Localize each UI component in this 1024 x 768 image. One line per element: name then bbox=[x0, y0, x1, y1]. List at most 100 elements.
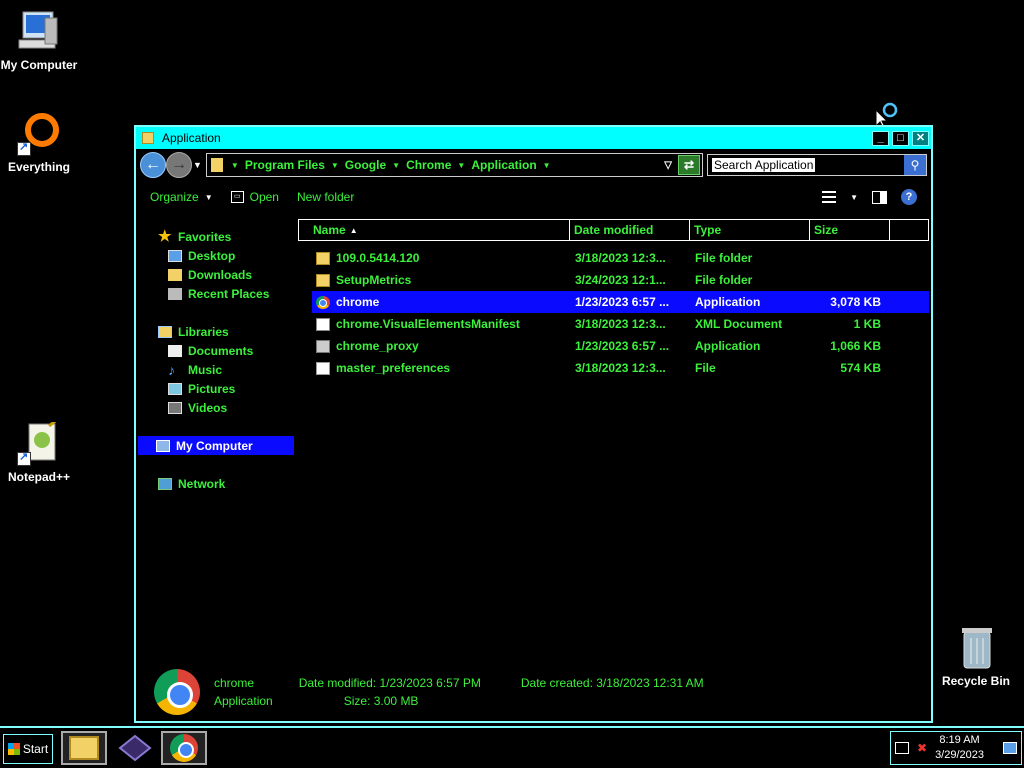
close-button[interactable]: ✕ bbox=[912, 130, 929, 146]
desktop-icon-label: Notepad++ bbox=[7, 470, 70, 484]
organize-button[interactable]: Organize ▼ bbox=[150, 190, 213, 204]
system-tray: ✖ 8:19 AM 3/29/2023 bbox=[890, 731, 1022, 765]
column-header-type[interactable]: Type bbox=[690, 220, 810, 240]
navigation-pane: ★ Favorites Desktop Downloads Recent Plac… bbox=[136, 215, 296, 675]
file-row[interactable]: master_preferences 3/18/2023 12:3... Fil… bbox=[298, 357, 929, 379]
shortcut-arrow-icon bbox=[17, 140, 31, 156]
folder-icon bbox=[316, 273, 330, 287]
computer-icon bbox=[15, 10, 63, 54]
column-header-date-modified[interactable]: Date modified bbox=[570, 220, 690, 240]
search-input[interactable]: Search Application bbox=[712, 158, 816, 172]
desktop-icon-notepadpp[interactable]: Notepad++ bbox=[0, 416, 81, 484]
column-header-extra[interactable] bbox=[890, 220, 928, 240]
chevron-down-icon[interactable]: ▼ bbox=[331, 161, 339, 170]
minimize-button[interactable]: _ bbox=[872, 130, 889, 146]
help-icon[interactable]: ? bbox=[901, 189, 917, 205]
folder-icon bbox=[316, 251, 330, 265]
chrome-icon bbox=[316, 295, 330, 309]
file-row[interactable]: chrome.VisualElementsManifest 3/18/2023 … bbox=[298, 313, 929, 335]
show-desktop-icon[interactable] bbox=[1003, 742, 1017, 754]
file-explorer-icon bbox=[69, 736, 99, 760]
downloads-icon bbox=[168, 268, 182, 281]
breadcrumb-program-files[interactable]: Program Files ▼ bbox=[245, 158, 345, 172]
sort-ascending-icon: ▲ bbox=[349, 225, 358, 235]
title-bar[interactable]: Application _ □ ✕ bbox=[136, 127, 931, 149]
open-icon: ▭ bbox=[230, 191, 244, 203]
taskbar-chrome[interactable] bbox=[161, 731, 207, 765]
column-header-row: Name ▲ Date modified Type Size bbox=[298, 219, 929, 241]
nav-pictures[interactable]: Pictures bbox=[168, 379, 235, 398]
star-icon: ★ bbox=[158, 227, 172, 245]
desktop-icon-recycle-bin[interactable]: Recycle Bin bbox=[933, 626, 1019, 688]
chevron-down-icon[interactable]: ▼ bbox=[543, 161, 551, 170]
volume-muted-icon[interactable]: ✖ bbox=[917, 741, 927, 755]
search-box[interactable]: Search Application ⚲ bbox=[707, 154, 927, 176]
nav-my-computer[interactable]: My Computer bbox=[138, 436, 294, 455]
desktop-icon-label: My Computer bbox=[0, 58, 78, 72]
chrome-icon bbox=[170, 734, 198, 762]
address-bar[interactable]: ▼ Program Files ▼ Google ▼ Chrome ▼ Applica… bbox=[205, 153, 703, 177]
recent-places-icon bbox=[168, 287, 182, 300]
nav-downloads[interactable]: Downloads bbox=[168, 265, 252, 284]
network-icon bbox=[158, 477, 172, 490]
desktop-icon-everything[interactable]: Everything bbox=[0, 112, 81, 174]
chevron-down-icon[interactable]: ▼ bbox=[457, 161, 465, 170]
desktop-icon-my-computer[interactable]: My Computer bbox=[0, 10, 81, 72]
explorer-body: ★ Favorites Desktop Downloads Recent Plac… bbox=[136, 215, 931, 721]
computer-icon bbox=[156, 439, 170, 452]
details-type: Application bbox=[214, 694, 273, 708]
desktop-icon bbox=[168, 249, 182, 262]
change-view-icon[interactable] bbox=[822, 191, 837, 203]
open-button[interactable]: ▭ Open bbox=[230, 190, 279, 204]
pictures-icon bbox=[168, 382, 182, 395]
folder-icon bbox=[210, 158, 223, 172]
chevron-down-icon[interactable]: ▼ bbox=[392, 161, 400, 170]
nav-documents[interactable]: Documents bbox=[168, 341, 253, 360]
nav-desktop[interactable]: Desktop bbox=[168, 246, 235, 265]
back-button[interactable]: ← bbox=[140, 152, 166, 178]
file-icon bbox=[316, 361, 330, 375]
nav-favorites[interactable]: ★ Favorites bbox=[158, 227, 231, 246]
refresh-button[interactable]: ⇄ bbox=[678, 155, 700, 175]
column-header-size[interactable]: Size bbox=[810, 220, 890, 240]
file-row[interactable]: 109.0.5414.120 3/18/2023 12:3... File fo… bbox=[298, 247, 929, 269]
clock-time: 8:19 AM bbox=[939, 734, 980, 746]
column-header-name[interactable]: Name ▲ bbox=[299, 220, 570, 240]
clock[interactable]: 8:19 AM 3/29/2023 bbox=[935, 733, 984, 763]
nav-music[interactable]: ♪ Music bbox=[168, 360, 222, 379]
preview-pane-icon[interactable] bbox=[872, 190, 887, 204]
network-status-icon[interactable] bbox=[895, 742, 909, 754]
desktop-icon-label: Recycle Bin bbox=[941, 674, 1011, 688]
file-row-selected[interactable]: chrome 1/23/2023 6:57 ... Application 3,… bbox=[312, 291, 929, 313]
desktop-icon-label: Everything bbox=[7, 160, 70, 174]
shortcut-arrow-icon bbox=[17, 450, 31, 466]
nav-network[interactable]: Network bbox=[158, 474, 225, 493]
address-history-dropdown-icon[interactable]: ▽ bbox=[664, 160, 672, 171]
view-options-dropdown-icon[interactable]: ▼ bbox=[850, 193, 858, 202]
file-row[interactable]: SetupMetrics 3/24/2023 12:1... File fold… bbox=[298, 269, 929, 291]
search-icon[interactable]: ⚲ bbox=[904, 155, 926, 175]
new-folder-button[interactable]: New folder bbox=[297, 190, 354, 204]
nav-videos[interactable]: Videos bbox=[168, 398, 227, 417]
start-button[interactable]: Start bbox=[3, 734, 53, 764]
details-date-modified: 1/23/2023 6:57 PM bbox=[379, 676, 481, 690]
nav-libraries[interactable]: Libraries bbox=[158, 322, 229, 341]
windows-logo-icon bbox=[7, 743, 20, 755]
taskbar-app[interactable] bbox=[112, 731, 158, 765]
details-name: chrome bbox=[214, 676, 255, 690]
breadcrumb-google[interactable]: Google ▼ bbox=[345, 158, 406, 172]
recent-pages-dropdown-icon[interactable]: ▼ bbox=[193, 160, 202, 170]
details-date-created-label: Date created: bbox=[520, 676, 593, 690]
music-icon: ♪ bbox=[168, 361, 175, 378]
taskbar-explorer[interactable] bbox=[61, 731, 107, 765]
explorer-window[interactable]: Application _ □ ✕ ← → ▼ ▼ Program Files ▼… bbox=[134, 125, 933, 723]
details-pane: chrome Application Date modified: 1/23/2… bbox=[136, 663, 931, 721]
maximize-button[interactable]: □ bbox=[892, 130, 909, 146]
libraries-icon bbox=[158, 325, 172, 338]
breadcrumb-application[interactable]: Application ▼ bbox=[471, 158, 556, 172]
nav-recent-places[interactable]: Recent Places bbox=[168, 284, 269, 303]
breadcrumb-chrome[interactable]: Chrome ▼ bbox=[406, 158, 471, 172]
chevron-right-icon[interactable]: ▼ bbox=[231, 161, 239, 170]
file-row[interactable]: chrome_proxy 1/23/2023 6:57 ... Applicat… bbox=[298, 335, 929, 357]
forward-button[interactable]: → bbox=[166, 152, 192, 178]
